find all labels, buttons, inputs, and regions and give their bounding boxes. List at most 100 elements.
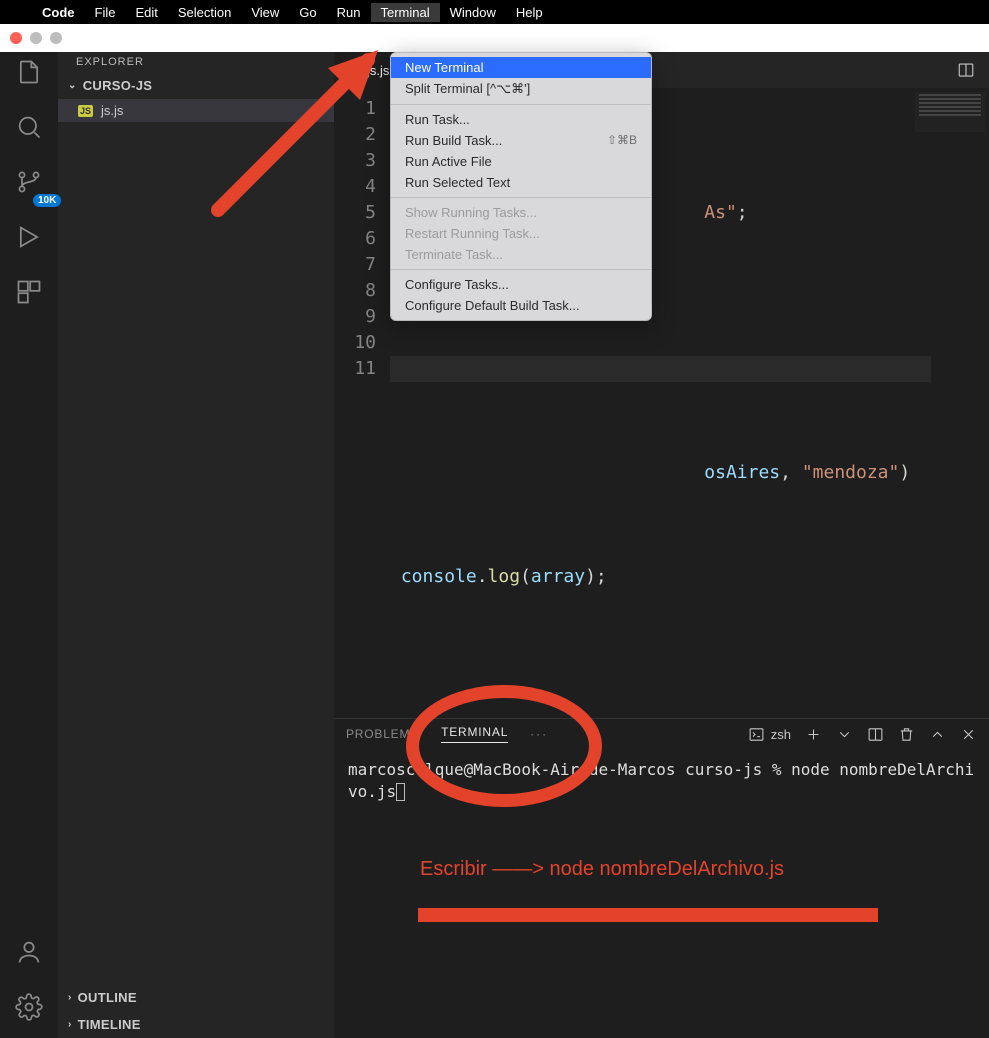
chevron-down-icon: ⌄ [68, 80, 77, 91]
menu-item-run-selected-text[interactable]: Run Selected Text [391, 172, 651, 193]
menu-item-run-build-task[interactable]: Run Build Task...⇧⌘B [391, 130, 651, 151]
chevron-up-icon[interactable] [929, 726, 946, 743]
sidebar-timeline-label: TIMELINE [78, 1017, 141, 1032]
line-number: 3 [334, 148, 376, 174]
sidebar-file-item[interactable]: JS js.js [58, 99, 334, 122]
files-icon [15, 58, 43, 86]
menu-item-new-terminal[interactable]: New Terminal [391, 57, 651, 78]
code-token: console [401, 566, 477, 587]
sidebar-file-name: js.js [101, 103, 123, 118]
annotation-text: Escribir ——> node nombreDelArchivo.js [420, 858, 784, 881]
code-token: array [531, 566, 585, 587]
menubar-window[interactable]: Window [440, 3, 506, 22]
activity-extensions[interactable] [15, 278, 43, 311]
menu-item-configure-default-build-task[interactable]: Configure Default Build Task... [391, 295, 651, 316]
menu-separator [391, 269, 651, 270]
panel-tab-more[interactable]: ··· [530, 727, 548, 741]
minimap[interactable] [915, 92, 985, 132]
menu-separator [391, 197, 651, 198]
menu-item-label: Run Build Task... [405, 133, 502, 148]
menu-item-configure-tasks[interactable]: Configure Tasks... [391, 274, 651, 295]
menu-separator [391, 104, 651, 105]
code-token: ( [520, 566, 531, 587]
terminal-content[interactable]: marcoscolque@MacBook-Air-de-Marcos curso… [334, 749, 989, 813]
panel-tab-terminal[interactable]: TERMINAL [441, 725, 508, 743]
editor-tab-label: js.js [367, 63, 389, 78]
menu-item-run-active-file[interactable]: Run Active File [391, 151, 651, 172]
traffic-light-minimize[interactable] [30, 32, 42, 44]
menu-item-run-task[interactable]: Run Task... [391, 109, 651, 130]
line-number: 5 [334, 200, 376, 226]
code-token: ; [737, 202, 748, 223]
search-icon [15, 113, 43, 141]
trash-icon[interactable] [898, 726, 915, 743]
traffic-light-maximize[interactable] [50, 32, 62, 44]
menu-item-label: New Terminal [405, 60, 484, 75]
sidebar: EXPLORER ⌄ CURSO-JS JS js.js › OUTLINE ›… [58, 52, 334, 1038]
menubar-selection[interactable]: Selection [168, 3, 241, 22]
activity-explorer[interactable] [15, 58, 43, 91]
js-file-icon: JS [78, 105, 93, 117]
code-token: As" [704, 202, 737, 223]
js-file-icon: JS [346, 64, 361, 76]
terminal-cursor [396, 783, 405, 801]
terminal-menu-dropdown: New Terminal Split Terminal [^⌥⌘'] Run T… [390, 52, 652, 321]
active-line-highlight [390, 356, 931, 382]
activity-settings[interactable] [15, 993, 43, 1026]
split-panel-icon[interactable] [867, 726, 884, 743]
code-token: ); [585, 566, 607, 587]
line-number: 7 [334, 252, 376, 278]
menu-item-label: Show Running Tasks... [405, 205, 537, 220]
code-token: , [780, 462, 802, 483]
sidebar-folder-header[interactable]: ⌄ CURSO-JS [58, 72, 334, 99]
line-number: 1 [334, 96, 376, 122]
sidebar-folder-name: CURSO-JS [83, 78, 153, 93]
window-titlebar [0, 24, 989, 52]
activity-search[interactable] [15, 113, 43, 146]
close-icon[interactable] [960, 726, 977, 743]
line-number: 9 [334, 304, 376, 330]
menubar-file[interactable]: File [85, 3, 126, 22]
menu-item-label: Run Selected Text [405, 175, 510, 190]
menu-item-terminate-task: Terminate Task... [391, 244, 651, 265]
activity-run-debug[interactable] [15, 223, 43, 256]
menu-item-label: Configure Tasks... [405, 277, 509, 292]
code-token: . [477, 566, 488, 587]
menubar-app[interactable]: Code [32, 3, 85, 22]
account-icon [15, 938, 43, 966]
line-number: 6 [334, 226, 376, 252]
terminal-shell-label: zsh [771, 727, 791, 742]
line-number: 2 [334, 122, 376, 148]
menubar-edit[interactable]: Edit [125, 3, 167, 22]
menu-item-label: Terminate Task... [405, 247, 503, 262]
menubar-view[interactable]: View [241, 3, 289, 22]
activity-bar: 10K [0, 52, 58, 1038]
menu-item-split-terminal[interactable]: Split Terminal [^⌥⌘'] [391, 78, 651, 100]
play-bug-icon [15, 223, 43, 251]
code-token: ) [899, 462, 910, 483]
menubar-run[interactable]: Run [327, 3, 371, 22]
menu-item-show-running-tasks: Show Running Tasks... [391, 202, 651, 223]
menu-item-label: Split Terminal [^⌥⌘'] [405, 81, 530, 97]
menubar-terminal[interactable]: Terminal [371, 3, 440, 22]
menubar-go[interactable]: Go [289, 3, 326, 22]
terminal-shell-picker[interactable]: zsh [748, 726, 791, 743]
menubar-help[interactable]: Help [506, 3, 553, 22]
chevron-down-icon[interactable] [836, 726, 853, 743]
line-gutter: 1 2 3 4 5 6 7 8 9 10 11 [334, 96, 390, 746]
code-token: log [488, 566, 521, 587]
split-editor-icon[interactable] [957, 61, 975, 79]
traffic-light-close[interactable] [10, 32, 22, 44]
panel-tab-problems[interactable]: PROBLEMS [346, 727, 419, 741]
plus-icon[interactable] [805, 726, 822, 743]
activity-source-control[interactable]: 10K [15, 168, 43, 201]
activity-account[interactable] [15, 938, 43, 971]
code-token: "mendoza" [802, 462, 900, 483]
line-number: 8 [334, 278, 376, 304]
sidebar-outline-header[interactable]: › OUTLINE [58, 984, 334, 1011]
sidebar-timeline-header[interactable]: › TIMELINE [58, 1011, 334, 1038]
gear-icon [15, 993, 43, 1021]
macos-menubar: Code File Edit Selection View Go Run Ter… [0, 0, 989, 24]
line-number: 10 [334, 330, 376, 356]
scm-badge: 10K [33, 194, 61, 207]
